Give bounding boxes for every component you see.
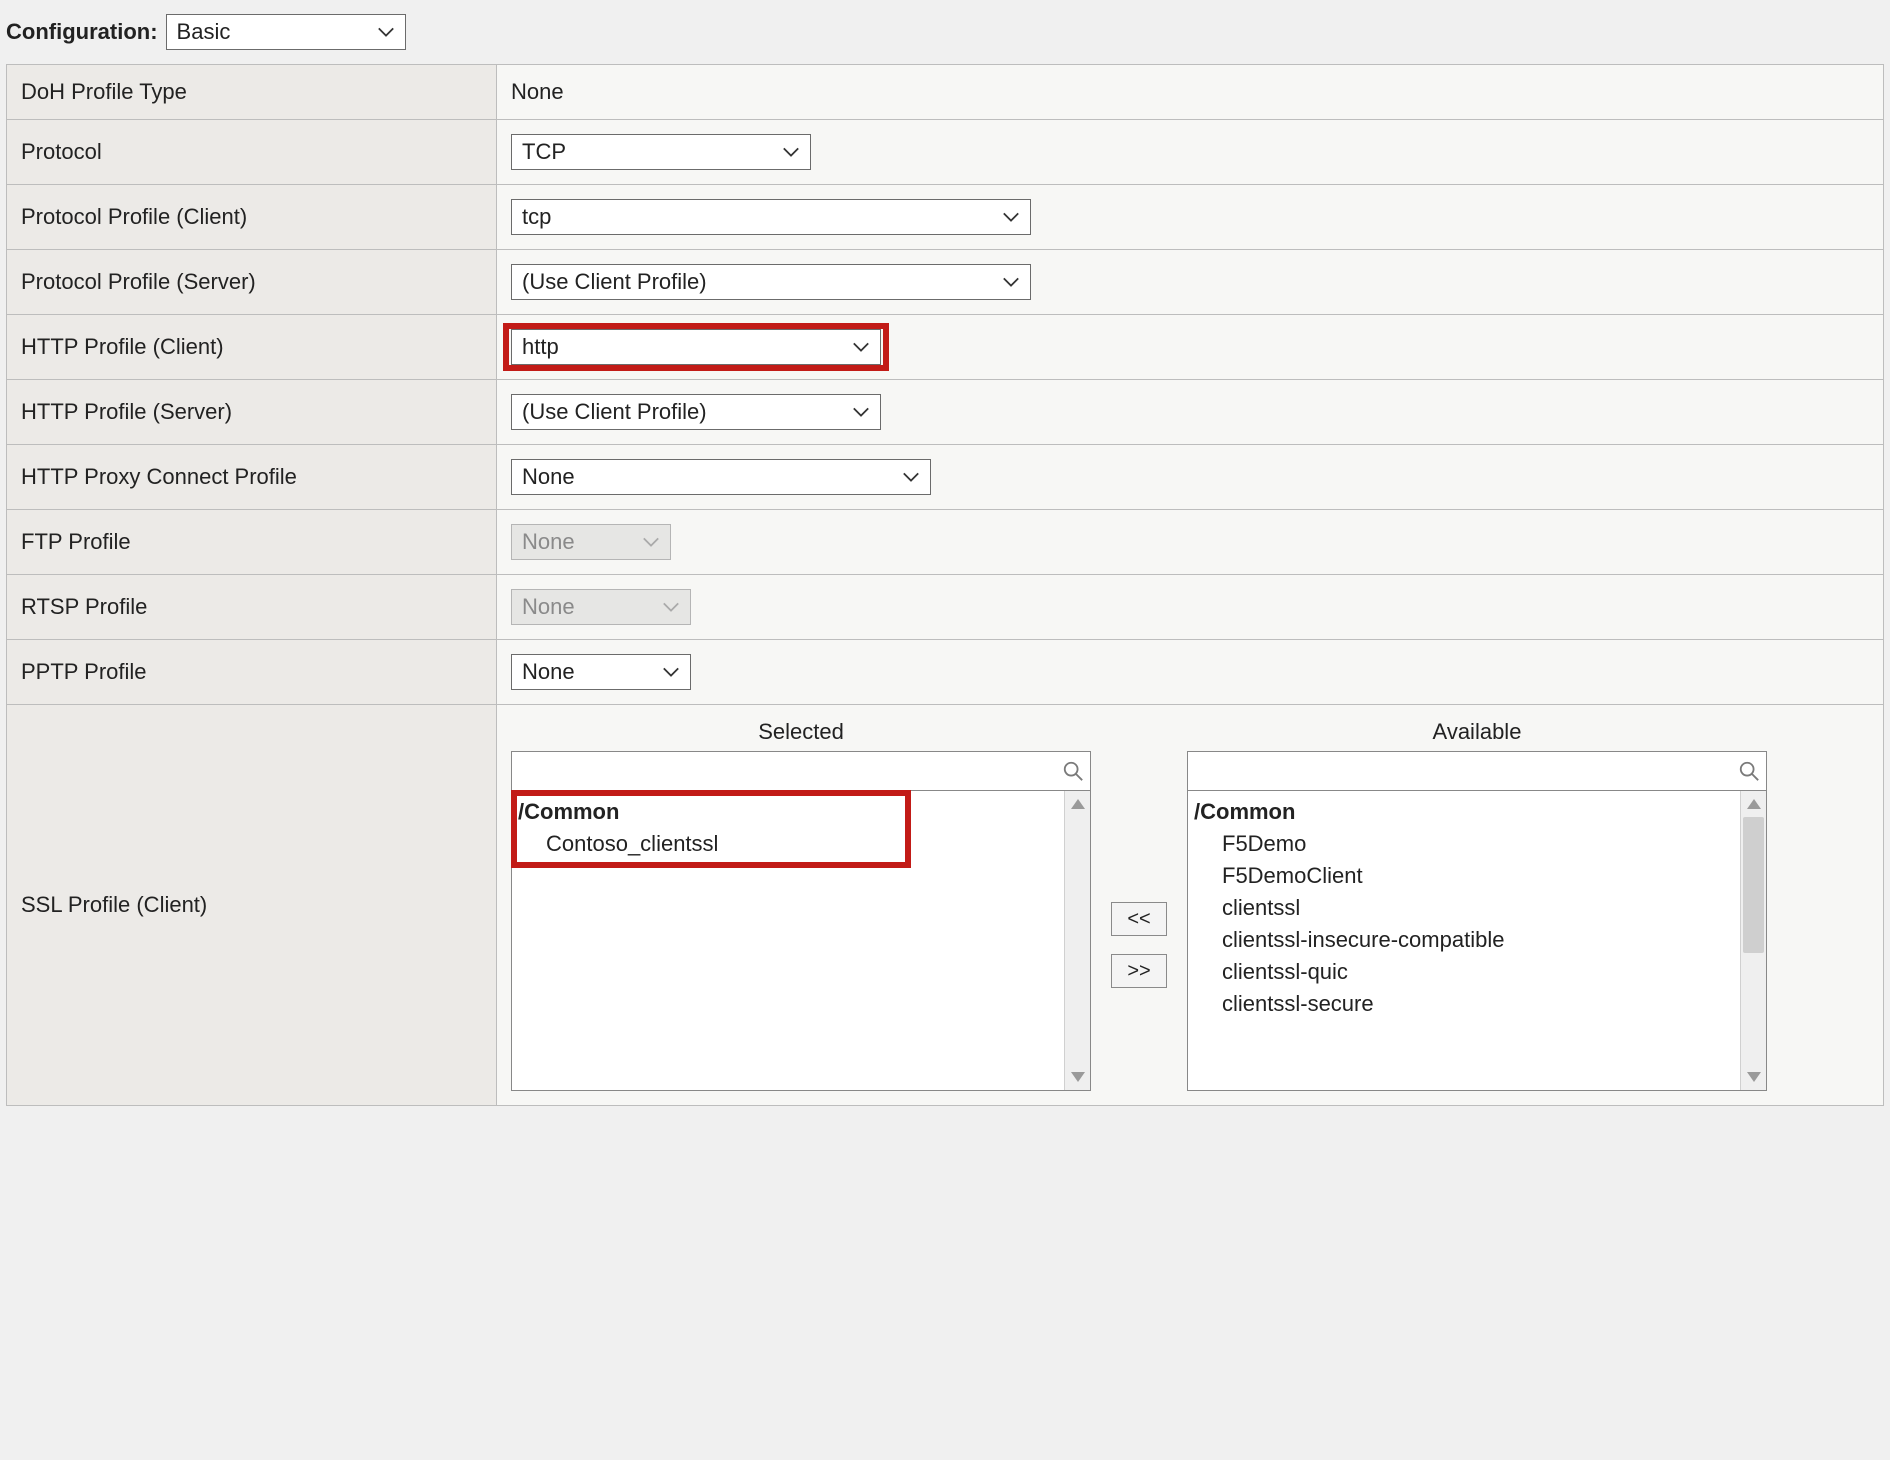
rtsp-profile-select: None [511, 589, 691, 625]
label-pptp-profile: PPTP Profile [7, 640, 497, 705]
list-item[interactable]: Contoso_clientssl [518, 829, 1058, 861]
protocol-profile-server-select[interactable]: (Use Client Profile) [511, 264, 1031, 300]
configuration-label: Configuration: [6, 19, 158, 45]
label-rtsp-profile: RTSP Profile [7, 575, 497, 640]
scroll-up-icon[interactable] [1065, 791, 1090, 817]
scroll-up-icon[interactable] [1741, 791, 1766, 817]
http-profile-client-highlight: http [511, 329, 881, 365]
list-item[interactable]: clientssl-insecure-compatible [1194, 925, 1734, 957]
label-http-proxy-connect: HTTP Proxy Connect Profile [7, 445, 497, 510]
configuration-table: DoH Profile Type None Protocol TCP Proto… [6, 64, 1884, 1106]
label-ssl-profile-client: SSL Profile (Client) [7, 705, 497, 1106]
chevron-down-icon [377, 26, 395, 38]
ssl-available-search-input[interactable] [1188, 752, 1766, 790]
list-item[interactable]: F5DemoClient [1194, 861, 1734, 893]
row-http-profile-server: HTTP Profile (Server) (Use Client Profil… [7, 380, 1884, 445]
label-ftp-profile: FTP Profile [7, 510, 497, 575]
list-item[interactable]: clientssl [1194, 893, 1734, 925]
chevron-down-icon [662, 601, 680, 613]
ftp-profile-select: None [511, 524, 671, 560]
ssl-dual-listbox: Selected /Common [511, 719, 1869, 1091]
pptp-profile-select[interactable]: None [511, 654, 691, 690]
row-doh-profile-type: DoH Profile Type None [7, 65, 1884, 120]
label-http-profile-server: HTTP Profile (Server) [7, 380, 497, 445]
configuration-header: Configuration: Basic [6, 8, 1884, 64]
label-protocol-profile-server: Protocol Profile (Server) [7, 250, 497, 315]
search-icon [1738, 760, 1760, 782]
scroll-down-icon[interactable] [1741, 1064, 1766, 1090]
ssl-move-buttons: << >> [1111, 822, 1167, 988]
chevron-down-icon [662, 666, 680, 678]
ssl-selected-search-input[interactable] [512, 752, 1090, 790]
row-http-proxy-connect: HTTP Proxy Connect Profile None [7, 445, 1884, 510]
ssl-available-title: Available [1187, 719, 1767, 751]
chevron-down-icon [902, 471, 920, 483]
label-doh-profile-type: DoH Profile Type [7, 65, 497, 120]
protocol-select[interactable]: TCP [511, 134, 811, 170]
protocol-profile-client-select[interactable]: tcp [511, 199, 1031, 235]
row-protocol: Protocol TCP [7, 120, 1884, 185]
http-profile-server-select[interactable]: (Use Client Profile) [511, 394, 881, 430]
label-protocol-profile-client: Protocol Profile (Client) [7, 185, 497, 250]
row-pptp-profile: PPTP Profile None [7, 640, 1884, 705]
chevron-down-icon [852, 341, 870, 353]
row-http-profile-client: HTTP Profile (Client) http [7, 315, 1884, 380]
label-http-profile-client: HTTP Profile (Client) [7, 315, 497, 380]
list-item[interactable]: clientssl-secure [1194, 989, 1734, 1021]
chevron-down-icon [642, 536, 660, 548]
chevron-down-icon [1002, 276, 1020, 288]
row-ftp-profile: FTP Profile None [7, 510, 1884, 575]
ssl-selected-scrollbar[interactable] [1064, 791, 1090, 1090]
move-right-button[interactable]: >> [1111, 954, 1167, 988]
ssl-available-list[interactable]: /Common F5Demo F5DemoClient clientssl cl… [1187, 791, 1767, 1091]
scroll-down-icon[interactable] [1065, 1064, 1090, 1090]
http-proxy-connect-select[interactable]: None [511, 459, 931, 495]
ssl-available-search[interactable] [1187, 751, 1767, 791]
configuration-select[interactable]: Basic [166, 14, 406, 50]
ssl-selected-column: Selected /Common [511, 719, 1091, 1091]
ssl-available-scrollbar[interactable] [1740, 791, 1766, 1090]
list-item[interactable]: clientssl-quic [1194, 957, 1734, 989]
ssl-selected-list[interactable]: /Common Contoso_clientssl [511, 791, 1091, 1091]
chevron-down-icon [1002, 211, 1020, 223]
search-icon [1062, 760, 1084, 782]
ssl-available-column: Available /Common F5Demo [1187, 719, 1767, 1091]
ssl-selected-group: /Common [518, 797, 1058, 829]
http-profile-client-select[interactable]: http [511, 329, 881, 365]
row-ssl-profile-client: SSL Profile (Client) Selected [7, 705, 1884, 1106]
value-doh-profile-type: None [511, 77, 564, 106]
ssl-available-group: /Common [1194, 797, 1734, 829]
ssl-selected-title: Selected [511, 719, 1091, 751]
move-left-button[interactable]: << [1111, 902, 1167, 936]
row-rtsp-profile: RTSP Profile None [7, 575, 1884, 640]
chevron-down-icon [782, 146, 800, 158]
row-protocol-profile-server: Protocol Profile (Server) (Use Client Pr… [7, 250, 1884, 315]
row-protocol-profile-client: Protocol Profile (Client) tcp [7, 185, 1884, 250]
ssl-selected-search[interactable] [511, 751, 1091, 791]
list-item[interactable]: F5Demo [1194, 829, 1734, 861]
label-protocol: Protocol [7, 120, 497, 185]
chevron-down-icon [852, 406, 870, 418]
